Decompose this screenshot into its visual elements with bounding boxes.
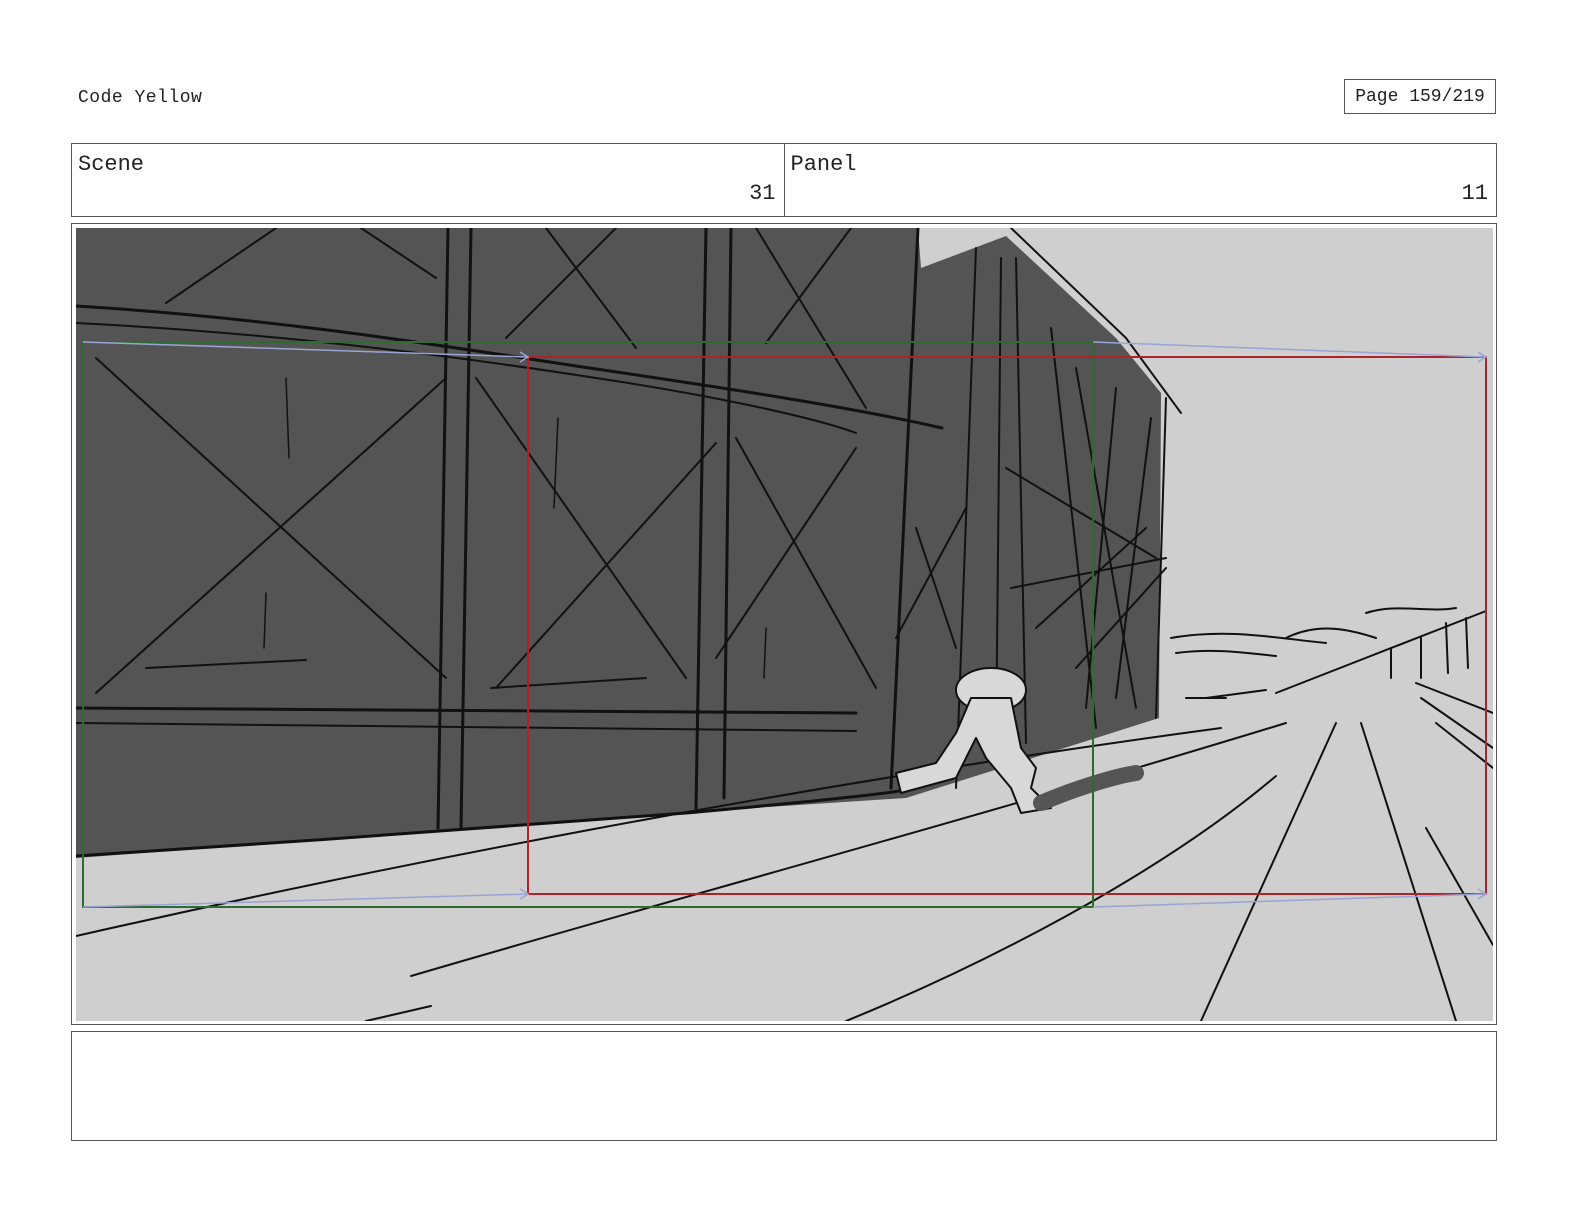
panel-number: 11 <box>1461 181 1488 206</box>
panel-cell: Panel 11 <box>783 144 1497 216</box>
project-title: Code Yellow <box>78 88 203 108</box>
storyboard-sketch <box>76 228 1493 1021</box>
scene-panel-info: Scene 31 Panel 11 <box>71 143 1497 217</box>
storyboard-frame <box>71 223 1497 1025</box>
panel-label: Panel <box>790 152 857 177</box>
scene-number: 31 <box>749 181 776 206</box>
scene-cell: Scene 31 <box>72 144 784 216</box>
scene-label: Scene <box>78 152 145 177</box>
notes-box <box>71 1031 1497 1141</box>
page-counter: Page 159/219 <box>1344 79 1496 114</box>
